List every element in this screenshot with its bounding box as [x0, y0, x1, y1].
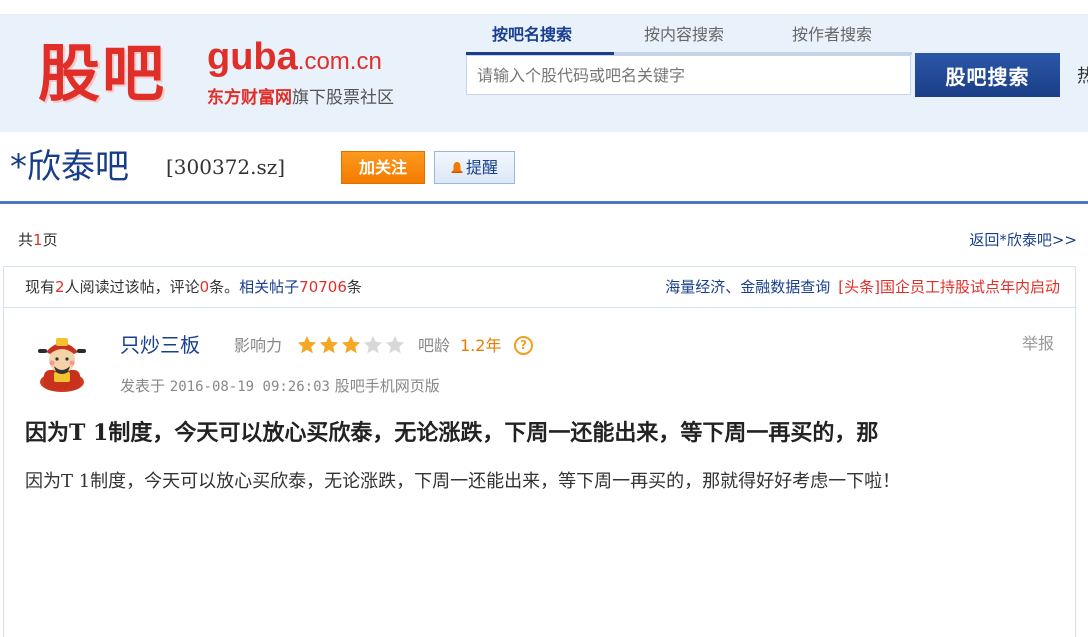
stock-code: [300372.sz]: [166, 155, 286, 179]
promo-links: 海量经济、金融数据查询 [头条]国企员工持股试点年内启动: [665, 276, 1060, 298]
economic-data-link[interactable]: 海量经济、金融数据查询: [665, 278, 830, 296]
post-title: 因为T 1制度，今天可以放心买欣泰，无论涨跌，下周一还能出来，等下周一再买的，那: [25, 420, 879, 446]
page-count: 共1页: [18, 229, 58, 251]
author-name-link[interactable]: 只炒三板: [120, 332, 200, 358]
follow-button[interactable]: 加关注: [341, 151, 425, 184]
page-count-suffix: 页: [42, 231, 58, 249]
logo-brand: 东方财富网: [207, 88, 292, 108]
stats-text: 人阅读过该帖，评论: [64, 278, 200, 296]
stats-text: 现有: [25, 278, 56, 296]
remind-label: 提醒: [465, 158, 498, 177]
tab-search-by-bar-name[interactable]: 按吧名搜索: [492, 22, 572, 48]
page-count-prefix: 共: [18, 231, 34, 249]
logo-domain-text: .com.cn: [297, 48, 382, 75]
influence-stars: [296, 334, 406, 356]
star-filled-icon: [297, 335, 317, 354]
read-stats: 现有2人阅读过该帖，评论0条。相关帖子70706条: [25, 276, 362, 298]
tab-search-by-content[interactable]: 按内容搜索: [644, 22, 724, 48]
tab-search-by-author[interactable]: 按作者搜索: [792, 22, 872, 48]
logo-tagline: 东方财富网旗下股票社区: [207, 86, 394, 110]
help-icon[interactable]: ?: [514, 336, 533, 355]
back-to-bar-link[interactable]: 返回*欣泰吧>>: [969, 229, 1077, 251]
comment-count: 0: [199, 278, 210, 296]
influence-label: 影响力: [234, 336, 283, 355]
bar-age-label: 吧龄: [418, 336, 451, 355]
remind-button[interactable]: 提醒: [434, 151, 515, 184]
search-button[interactable]: 股吧搜索: [915, 53, 1060, 97]
star-empty-icon: [363, 335, 383, 354]
stats-text: 条: [346, 278, 362, 296]
guba-domain-logo[interactable]: guba.com.cn: [207, 36, 382, 83]
bar-age-value: 1.2年: [460, 336, 502, 355]
star-filled-icon: [341, 335, 361, 354]
related-posts-link[interactable]: 相关帖子: [239, 278, 299, 296]
headline-link[interactable]: [头条]国企员工持股试点年内启动: [838, 278, 1060, 296]
report-link[interactable]: 举报: [1022, 333, 1054, 355]
logo-tagline-text: 旗下股票社区: [292, 88, 394, 108]
user-avatar[interactable]: [34, 332, 90, 394]
search-input[interactable]: [466, 55, 911, 95]
guba-logo[interactable]: 股吧: [38, 36, 166, 112]
posted-via: 股吧手机网页版: [334, 377, 440, 395]
section-divider: [0, 201, 1088, 204]
page-count-number: 1: [33, 231, 43, 249]
bell-icon: [451, 161, 463, 173]
star-empty-icon: [385, 335, 405, 354]
post-body: 因为T 1制度，今天可以放心买欣泰，无论涨跌，下周一还能出来，等下周一再买的，那…: [25, 471, 901, 492]
post-meta: 发表于 2016-08-19 09:26:03 股吧手机网页版: [120, 375, 440, 398]
related-post-count[interactable]: 70706: [299, 278, 347, 296]
star-filled-icon: [319, 335, 339, 354]
logo-guba-text: guba: [207, 36, 298, 78]
posted-time: 2016-08-19 09:26:03: [169, 379, 330, 395]
reader-count: 2: [55, 278, 65, 296]
header-overflow-text[interactable]: 热: [1077, 66, 1088, 88]
posted-prefix: 发表于: [120, 377, 166, 395]
stats-text: 条。: [209, 278, 240, 296]
stats-bar: 现有2人阅读过该帖，评论0条。相关帖子70706条 海量经济、金融数据查询 [头条…: [3, 266, 1076, 308]
bar-title[interactable]: *欣泰吧: [10, 146, 129, 188]
